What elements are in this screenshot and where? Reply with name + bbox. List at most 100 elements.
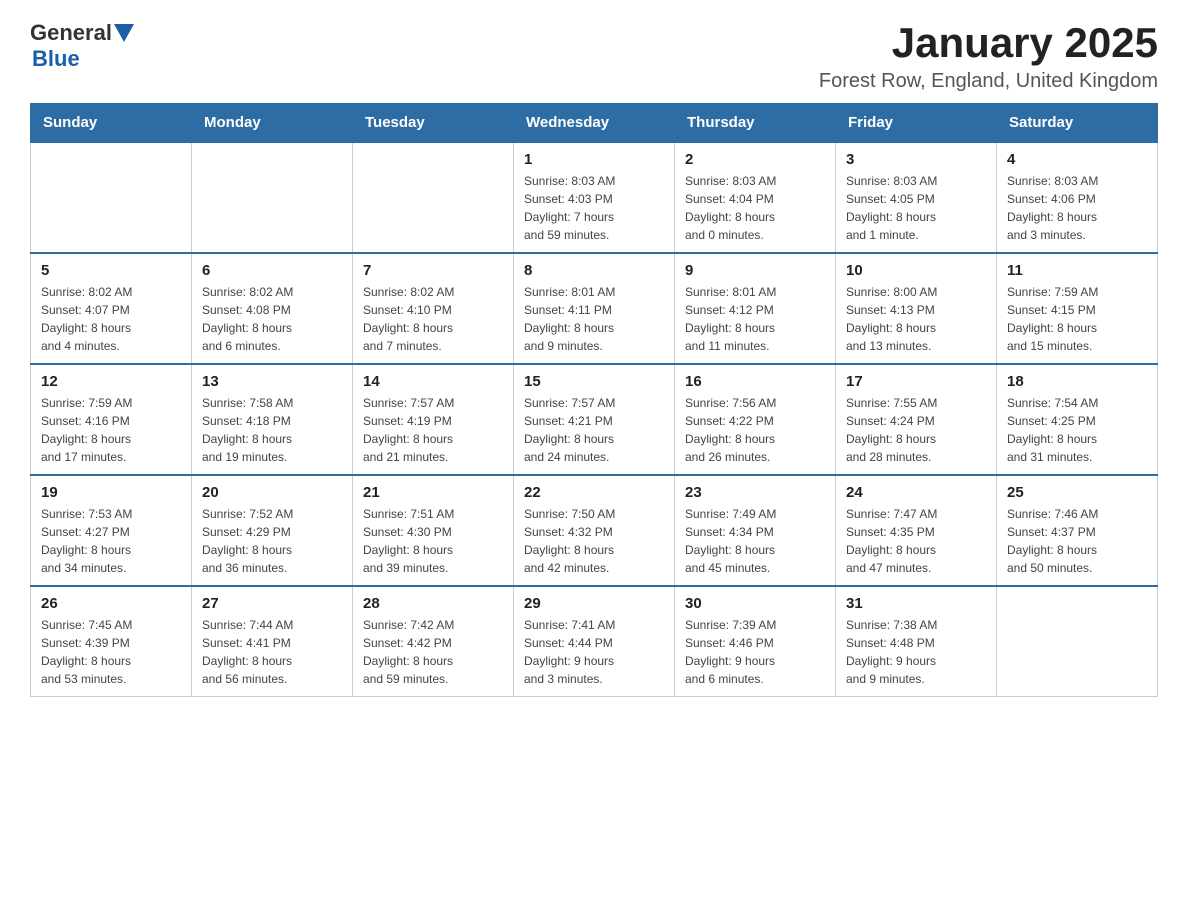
- day-number: 16: [685, 373, 825, 390]
- day-info: Sunrise: 8:03 AMSunset: 4:03 PMDaylight:…: [524, 172, 664, 244]
- table-row: 13 Sunrise: 7:58 AMSunset: 4:18 PMDayligh…: [192, 364, 353, 475]
- day-info: Sunrise: 8:03 AMSunset: 4:06 PMDaylight:…: [1007, 172, 1147, 244]
- day-info: Sunrise: 7:44 AMSunset: 4:41 PMDaylight:…: [202, 616, 342, 688]
- day-info: Sunrise: 7:52 AMSunset: 4:29 PMDaylight:…: [202, 505, 342, 577]
- table-row: 15 Sunrise: 7:57 AMSunset: 4:21 PMDayligh…: [514, 364, 675, 475]
- page-header: General Blue January 2025 Forest Row, En…: [30, 20, 1158, 93]
- day-number: 3: [846, 151, 986, 168]
- calendar-week-row: 19Sunrise: 7:53 AMSunset: 4:27 PMDayligh…: [31, 475, 1158, 586]
- day-number: 13: [202, 373, 342, 390]
- day-info: Sunrise: 8:03 AMSunset: 4:05 PMDaylight:…: [846, 172, 986, 244]
- logo-general-text: General: [30, 20, 112, 46]
- table-row: 19Sunrise: 7:53 AMSunset: 4:27 PMDayligh…: [31, 475, 192, 586]
- day-info: Sunrise: 7:57 AMSunset: 4:19 PMDaylight:…: [363, 394, 503, 466]
- table-row: 31Sunrise: 7:38 AMSunset: 4:48 PMDayligh…: [836, 586, 997, 697]
- table-row: 4Sunrise: 8:03 AMSunset: 4:06 PMDaylight…: [997, 142, 1158, 253]
- table-row: 23Sunrise: 7:49 AMSunset: 4:34 PMDayligh…: [675, 475, 836, 586]
- table-row: [997, 586, 1158, 697]
- day-info: Sunrise: 7:57 AMSunset: 4:21 PMDaylight:…: [524, 394, 664, 466]
- day-info: Sunrise: 8:01 AMSunset: 4:11 PMDaylight:…: [524, 283, 664, 355]
- day-number: 17: [846, 373, 986, 390]
- main-title: January 2025: [819, 20, 1158, 66]
- col-thursday: Thursday: [675, 104, 836, 143]
- day-info: Sunrise: 7:42 AMSunset: 4:42 PMDaylight:…: [363, 616, 503, 688]
- day-number: 28: [363, 595, 503, 612]
- table-row: [31, 142, 192, 253]
- table-row: 6 Sunrise: 8:02 AMSunset: 4:08 PMDaylight…: [192, 253, 353, 364]
- day-info: Sunrise: 8:03 AMSunset: 4:04 PMDaylight:…: [685, 172, 825, 244]
- table-row: 2 Sunrise: 8:03 AMSunset: 4:04 PMDaylight…: [675, 142, 836, 253]
- table-row: 30 Sunrise: 7:39 AMSunset: 4:46 PMDayligh…: [675, 586, 836, 697]
- col-friday: Friday: [836, 104, 997, 143]
- table-row: 10 Sunrise: 8:00 AMSunset: 4:13 PMDayligh…: [836, 253, 997, 364]
- calendar-header-row: Sunday Monday Tuesday Wednesday Thursday…: [31, 104, 1158, 143]
- day-info: Sunrise: 7:45 AMSunset: 4:39 PMDaylight:…: [41, 616, 181, 688]
- table-row: [192, 142, 353, 253]
- day-info: Sunrise: 8:02 AMSunset: 4:10 PMDaylight:…: [363, 283, 503, 355]
- table-row: [353, 142, 514, 253]
- day-info: Sunrise: 7:51 AMSunset: 4:30 PMDaylight:…: [363, 505, 503, 577]
- col-tuesday: Tuesday: [353, 104, 514, 143]
- col-saturday: Saturday: [997, 104, 1158, 143]
- day-number: 8: [524, 262, 664, 279]
- day-number: 30: [685, 595, 825, 612]
- col-wednesday: Wednesday: [514, 104, 675, 143]
- table-row: 8 Sunrise: 8:01 AMSunset: 4:11 PMDaylight…: [514, 253, 675, 364]
- day-info: Sunrise: 7:54 AMSunset: 4:25 PMDaylight:…: [1007, 394, 1147, 466]
- table-row: 22 Sunrise: 7:50 AMSunset: 4:32 PMDayligh…: [514, 475, 675, 586]
- day-number: 7: [363, 262, 503, 279]
- day-number: 6: [202, 262, 342, 279]
- table-row: 18 Sunrise: 7:54 AMSunset: 4:25 PMDayligh…: [997, 364, 1158, 475]
- table-row: 11 Sunrise: 7:59 AMSunset: 4:15 PMDayligh…: [997, 253, 1158, 364]
- day-info: Sunrise: 7:56 AMSunset: 4:22 PMDaylight:…: [685, 394, 825, 466]
- day-number: 26: [41, 595, 181, 612]
- day-info: Sunrise: 7:59 AMSunset: 4:15 PMDaylight:…: [1007, 283, 1147, 355]
- table-row: 1 Sunrise: 8:03 AMSunset: 4:03 PMDaylight…: [514, 142, 675, 253]
- day-number: 2: [685, 151, 825, 168]
- day-number: 18: [1007, 373, 1147, 390]
- table-row: 17Sunrise: 7:55 AMSunset: 4:24 PMDayligh…: [836, 364, 997, 475]
- table-row: 27 Sunrise: 7:44 AMSunset: 4:41 PMDayligh…: [192, 586, 353, 697]
- day-info: Sunrise: 8:02 AMSunset: 4:07 PMDaylight:…: [41, 283, 181, 355]
- col-monday: Monday: [192, 104, 353, 143]
- day-info: Sunrise: 7:41 AMSunset: 4:44 PMDaylight:…: [524, 616, 664, 688]
- day-info: Sunrise: 7:38 AMSunset: 4:48 PMDaylight:…: [846, 616, 986, 688]
- day-number: 27: [202, 595, 342, 612]
- day-info: Sunrise: 7:49 AMSunset: 4:34 PMDaylight:…: [685, 505, 825, 577]
- table-row: 9 Sunrise: 8:01 AMSunset: 4:12 PMDaylight…: [675, 253, 836, 364]
- day-info: Sunrise: 7:58 AMSunset: 4:18 PMDaylight:…: [202, 394, 342, 466]
- day-info: Sunrise: 7:50 AMSunset: 4:32 PMDaylight:…: [524, 505, 664, 577]
- col-sunday: Sunday: [31, 104, 192, 143]
- day-info: Sunrise: 7:53 AMSunset: 4:27 PMDaylight:…: [41, 505, 181, 577]
- day-number: 1: [524, 151, 664, 168]
- day-info: Sunrise: 7:59 AMSunset: 4:16 PMDaylight:…: [41, 394, 181, 466]
- day-info: Sunrise: 7:46 AMSunset: 4:37 PMDaylight:…: [1007, 505, 1147, 577]
- day-number: 12: [41, 373, 181, 390]
- day-number: 21: [363, 484, 503, 501]
- table-row: 29 Sunrise: 7:41 AMSunset: 4:44 PMDayligh…: [514, 586, 675, 697]
- day-info: Sunrise: 8:00 AMSunset: 4:13 PMDaylight:…: [846, 283, 986, 355]
- table-row: 21 Sunrise: 7:51 AMSunset: 4:30 PMDayligh…: [353, 475, 514, 586]
- table-row: 12 Sunrise: 7:59 AMSunset: 4:16 PMDayligh…: [31, 364, 192, 475]
- table-row: 7 Sunrise: 8:02 AMSunset: 4:10 PMDaylight…: [353, 253, 514, 364]
- day-number: 22: [524, 484, 664, 501]
- table-row: 20 Sunrise: 7:52 AMSunset: 4:29 PMDayligh…: [192, 475, 353, 586]
- table-row: 25Sunrise: 7:46 AMSunset: 4:37 PMDayligh…: [997, 475, 1158, 586]
- calendar-table: Sunday Monday Tuesday Wednesday Thursday…: [30, 103, 1158, 697]
- day-number: 15: [524, 373, 664, 390]
- day-number: 29: [524, 595, 664, 612]
- day-number: 20: [202, 484, 342, 501]
- table-row: 5Sunrise: 8:02 AMSunset: 4:07 PMDaylight…: [31, 253, 192, 364]
- day-info: Sunrise: 7:47 AMSunset: 4:35 PMDaylight:…: [846, 505, 986, 577]
- table-row: 28 Sunrise: 7:42 AMSunset: 4:42 PMDayligh…: [353, 586, 514, 697]
- day-info: Sunrise: 8:01 AMSunset: 4:12 PMDaylight:…: [685, 283, 825, 355]
- day-number: 10: [846, 262, 986, 279]
- day-number: 9: [685, 262, 825, 279]
- day-info: Sunrise: 7:39 AMSunset: 4:46 PMDaylight:…: [685, 616, 825, 688]
- day-info: Sunrise: 8:02 AMSunset: 4:08 PMDaylight:…: [202, 283, 342, 355]
- calendar-week-row: 1 Sunrise: 8:03 AMSunset: 4:03 PMDaylight…: [31, 142, 1158, 253]
- logo-blue-text: Blue: [32, 46, 80, 72]
- day-number: 11: [1007, 262, 1147, 279]
- table-row: 26 Sunrise: 7:45 AMSunset: 4:39 PMDayligh…: [31, 586, 192, 697]
- day-number: 24: [846, 484, 986, 501]
